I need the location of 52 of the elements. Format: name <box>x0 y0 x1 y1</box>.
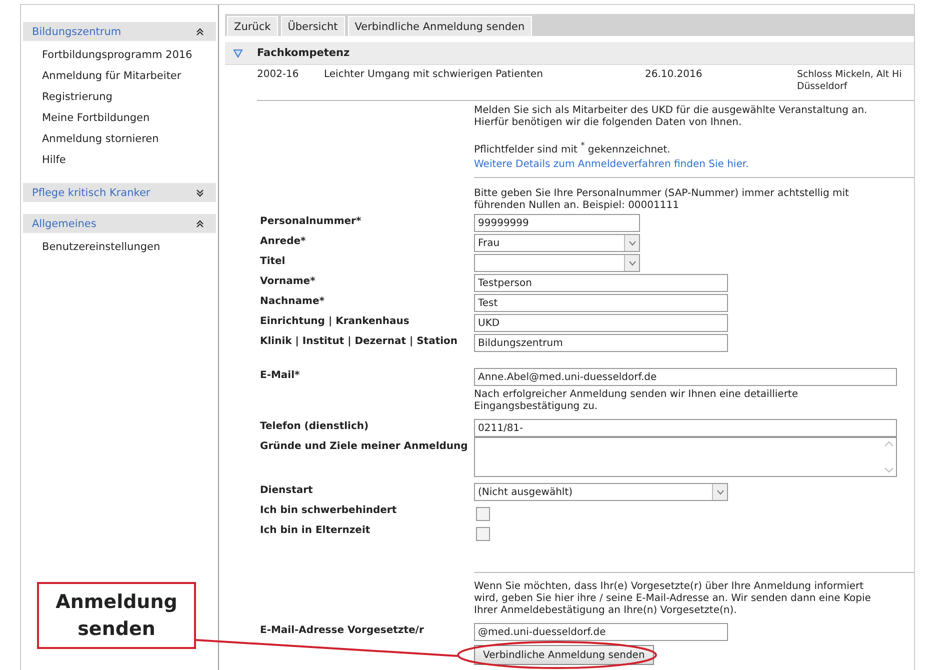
text-field[interactable]: 0211/81- <box>474 419 897 438</box>
course-title: Leichter Umgang mit schwierigen Patienten <box>324 69 544 82</box>
course-number: 2002-16 <box>257 69 300 82</box>
toolbar-button[interactable]: Verbindliche Anmeldung senden <box>348 16 532 36</box>
note-text: Nach erfolgreicher Anmeldung senden wir Ihnen eine detaillierte Eingangsbestätigung zu. <box>474 388 800 414</box>
text-field[interactable]: Bildungszentrum <box>474 334 728 352</box>
text-field[interactable]: Testperson <box>474 274 728 292</box>
dropdown[interactable]: (Nicht ausgewählt) <box>474 483 728 502</box>
group-header[interactable]: Fachkompetenz <box>225 42 914 65</box>
sidebar-header[interactable]: Allgemeines <box>23 214 216 233</box>
field-label: Personalnummer* <box>260 215 362 228</box>
text-field[interactable]: UKD <box>474 314 728 332</box>
course-date: 26.10.2016 <box>645 69 704 82</box>
toolbar-button[interactable]: Zurück <box>227 16 278 36</box>
field-label: E-Mail-Adresse Vorgesetzte/r <box>260 624 425 636</box>
field-label: Klinik | Institut | Dezernat | Station <box>260 335 459 348</box>
text-field[interactable]: @med.uni-duesseldorf.de <box>474 623 728 642</box>
sidebar-item[interactable]: Anmeldung stornieren <box>42 129 216 150</box>
field-label: Dienstart <box>260 484 314 496</box>
sidebar-item[interactable]: Registrierung <box>42 87 216 108</box>
group-title: Fachkompetenz <box>257 47 350 59</box>
field-label: Nachname* <box>260 295 326 308</box>
field-label: Ich bin in Elternzeit <box>260 524 372 536</box>
field-label: Titel <box>260 255 286 268</box>
field-label: Anrede* <box>260 235 307 248</box>
sidebar-item[interactable]: Benutzereinstellungen <box>42 237 216 258</box>
sidebar-item[interactable]: Anmeldung für Mitarbeiter <box>42 66 216 87</box>
submit-button[interactable]: Verbindliche Anmeldung senden <box>474 645 654 666</box>
field-label: Gründe und Ziele meiner Anmeldung <box>260 440 469 452</box>
toolbar-button[interactable]: Übersicht <box>280 16 345 36</box>
intro-text: Pflichtfelder sind mit $^{*}$ gekennzeichnet. <box>474 139 672 156</box>
course-location: Schloss Mickeln, Alt Hi <box>797 69 903 81</box>
field-label: Ich bin schwerbehindert <box>260 504 398 516</box>
info-text: Wenn Sie möchten, dass Ihr(e) Vorgesetzte(r) über Ihre Anmeldung informiert wird, geben Sie hier ihre / seine E-Mail-Adresse an. Wir senden dann eine Kopie Ihrer Anmeldebestätigung an Ihre(n) Vorgesetzte(n). <box>474 580 872 618</box>
hint-text: Bitte geben Sie Ihre Personalnummer (SAP-Nummer) immer achtstellig mit führenden Nullen an. Beispiel: 00001111 <box>474 187 850 214</box>
sidebar-header[interactable]: Pflege kritisch Kranker <box>23 183 216 202</box>
field-label: E-Mail* <box>260 369 301 382</box>
dropdown[interactable]: Frau <box>474 234 640 252</box>
course-location: Düsseldorf <box>797 81 848 93</box>
sidebar-header[interactable]: Bildungszentrum <box>23 22 216 41</box>
text-field[interactable]: 99999999 <box>474 214 640 232</box>
sidebar-item[interactable]: Fortbildungsprogramm 2016 <box>42 45 216 66</box>
sidebar-item[interactable]: Meine Fortbildungen <box>42 108 216 129</box>
text-field[interactable]: Anne.Abel@med.uni-duesseldorf.de <box>474 368 897 386</box>
field-label: Telefon (dienstlich) <box>260 420 370 432</box>
details-link[interactable]: Weitere Details zum Anmeldeverfahren finden Sie hier. <box>474 159 749 170</box>
sidebar-item[interactable]: Hilfe <box>42 150 216 171</box>
text-field[interactable]: Test <box>474 294 728 312</box>
intro-text: Melden Sie sich als Mitarbeiter des UKD für die ausgewählte Veranstaltung an. Hierfür benötigen wir die folgenden Daten von Ihnen. <box>474 105 868 129</box>
field-label: Einrichtung | Krankenhaus <box>260 315 410 328</box>
callout-box: Anmeldung senden <box>37 582 196 649</box>
field-label: Vorname* <box>260 275 316 288</box>
